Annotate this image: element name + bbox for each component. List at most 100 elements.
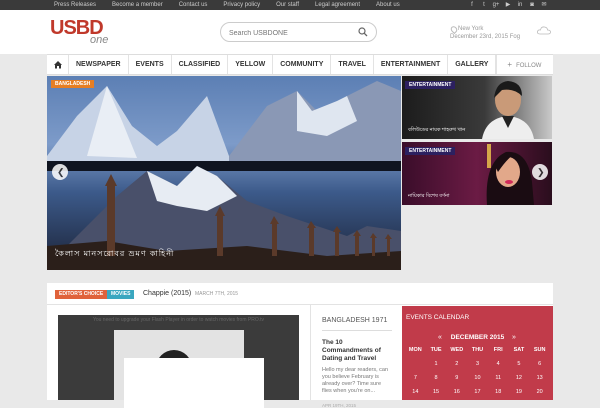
featured-slider[interactable]: BANGLADESH <box>47 76 401 270</box>
chevron-right-icon: ❯ <box>537 167 545 177</box>
side-card-2-caption[interactable]: নায়িকার বিশেষ বর্ণনা <box>408 193 449 201</box>
calendar-day <box>405 360 426 369</box>
site-header: USBD one New York December 23rd, 2015 Fo… <box>0 10 600 54</box>
content-title[interactable]: Chappie (2015) <box>143 290 191 297</box>
cloud-icon <box>537 26 551 35</box>
editors-choice-button[interactable]: EDITOR'S CHOICE <box>55 290 108 299</box>
side-card-1[interactable]: ENTERTAINMENT বলিউডের নায়ক শাহরুখ খান <box>402 76 552 139</box>
nav-item-travel[interactable]: TRAVEL <box>331 55 374 74</box>
slider-prev-button[interactable]: ❮ <box>52 164 68 180</box>
search-input[interactable] <box>229 27 349 39</box>
top-link-become-member[interactable]: Become a member <box>112 0 163 10</box>
widget-heading: BANGLADESH 1971 <box>322 317 388 324</box>
calendar-day[interactable]: 9 <box>446 374 467 383</box>
calendar-day[interactable]: 15 <box>426 388 447 397</box>
calendar-grid: MON TUE WED THU FRI SAT SUN 1 2 3 4 5 6 … <box>405 346 550 397</box>
side-card-1-caption[interactable]: বলিউডের নায়ক শাহরুখ খান <box>408 127 465 135</box>
content-date: MARCH 7TH, 2015 <box>195 291 239 297</box>
google-plus-icon[interactable]: g+ <box>490 0 502 10</box>
search-box <box>220 22 377 42</box>
events-calendar: EVENTS CALENDAR « DECEMBER 2015 » MON TU… <box>402 306 553 400</box>
slider-next-button[interactable]: ❯ <box>532 164 548 180</box>
day-name: THU <box>471 347 484 353</box>
side-card-2[interactable]: ENTERTAINMENT নায়িকার বিশেষ বর্ণনা <box>402 142 552 205</box>
nav-item-community[interactable]: COMMUNITY <box>273 55 332 74</box>
flash-message: You need to upgrade your Flash Player in… <box>92 317 264 323</box>
calendar-day[interactable]: 8 <box>426 374 447 383</box>
nav-item-entertainment[interactable]: ENTERTAINMENT <box>374 55 449 74</box>
top-link-our-staff[interactable]: Our staff <box>276 0 299 10</box>
logo-sub: one <box>90 34 109 46</box>
home-icon <box>54 61 62 69</box>
calendar-day[interactable]: 3 <box>467 360 488 369</box>
top-link-about-us[interactable]: About us <box>376 0 400 10</box>
top-link-privacy-policy[interactable]: Privacy policy <box>223 0 260 10</box>
day-name: TUE <box>430 347 442 353</box>
nav-item-gallery[interactable]: GALLERY <box>448 55 497 74</box>
plus-icon: + <box>507 60 513 69</box>
slide-caption[interactable]: কৈলাস মানসরোবর ভ্রমণ কাহিনী <box>55 248 174 261</box>
calendar-day[interactable]: 19 <box>509 388 530 397</box>
nav-item-classified[interactable]: CLASSIFIED <box>172 55 229 74</box>
movies-button[interactable]: MOVIES <box>107 290 135 299</box>
social-icons: f t g+ ▶ in ◙ ✉ <box>466 0 550 10</box>
calendar-day[interactable]: 1 <box>426 360 447 369</box>
calendar-day[interactable]: 13 <box>529 374 550 383</box>
calendar-day[interactable]: 20 <box>529 388 550 397</box>
site-logo[interactable]: USBD one <box>50 18 122 48</box>
article-date: APR 19TH, 2015 <box>322 403 357 408</box>
search-icon[interactable] <box>358 27 368 37</box>
chevron-left-icon: ❮ <box>57 167 65 177</box>
side-card-1-tag[interactable]: ENTERTAINMENT <box>405 81 456 89</box>
calendar-day[interactable]: 4 <box>488 360 509 369</box>
weather-widget: New York December 23rd, 2015 Fog <box>450 25 520 41</box>
divider <box>322 330 392 331</box>
location-text: New York <box>450 25 520 33</box>
calendar-day[interactable]: 16 <box>446 388 467 397</box>
calendar-next-button[interactable]: » <box>512 334 516 341</box>
twitter-icon[interactable]: t <box>478 0 490 10</box>
top-link-press-releases[interactable]: Press Releases <box>54 0 96 10</box>
nav-home[interactable] <box>47 55 69 74</box>
calendar-day[interactable]: 2 <box>446 360 467 369</box>
nav-item-yellow-page[interactable]: YELLOW PAGE <box>228 55 274 87</box>
follow-label: FOLLOW <box>516 63 542 69</box>
linkedin-icon[interactable]: in <box>514 0 526 10</box>
calendar-day[interactable]: 14 <box>405 388 426 397</box>
date-weather-text: December 23rd, 2015 Fog <box>450 34 521 40</box>
facebook-icon[interactable]: f <box>466 0 478 10</box>
calendar-day[interactable]: 7 <box>405 374 426 383</box>
calendar-day[interactable]: 12 <box>509 374 530 383</box>
main-nav: NEWSPAPER EVENTS CLASSIFIED YELLOW PAGE … <box>47 54 553 87</box>
day-name: SAT <box>513 347 525 353</box>
day-name: SUN <box>533 347 546 353</box>
instagram-icon[interactable]: ◙ <box>526 0 538 10</box>
day-name: FRI <box>493 347 503 353</box>
top-links: Press Releases Become a member Contact u… <box>54 0 416 10</box>
video-player[interactable]: You need to upgrade your Flash Player in… <box>58 315 299 408</box>
calendar-day[interactable]: 10 <box>467 374 488 383</box>
article-title[interactable]: The 10 Commandments of Dating and Travel <box>322 339 392 363</box>
slide-category-tag[interactable]: BANGLADESH <box>51 80 95 88</box>
calendar-day[interactable]: 17 <box>467 388 488 397</box>
video-overlay <box>124 358 264 408</box>
calendar-day[interactable]: 6 <box>529 360 550 369</box>
top-link-legal-agreement[interactable]: Legal agreement <box>315 0 360 10</box>
top-link-contact-us[interactable]: Contact us <box>179 0 208 10</box>
calendar-day[interactable]: 5 <box>509 360 530 369</box>
nav-item-newspaper[interactable]: NEWSPAPER <box>69 55 129 74</box>
calendar-month: DECEMBER 2015 <box>450 334 505 341</box>
bangladesh-widget: BANGLADESH 1971 The 10 Commandments of D… <box>322 316 392 408</box>
youtube-icon[interactable]: ▶ <box>502 0 514 10</box>
video-placeholder <box>114 330 264 408</box>
follow-button[interactable]: + FOLLOW <box>496 55 563 74</box>
side-card-2-tag[interactable]: ENTERTAINMENT <box>405 147 456 155</box>
column-divider <box>310 305 311 400</box>
calendar-day[interactable]: 18 <box>488 388 509 397</box>
email-icon[interactable]: ✉ <box>538 0 550 10</box>
mountain-image <box>47 81 401 270</box>
nav-item-events[interactable]: EVENTS <box>129 55 172 74</box>
day-name: WED <box>450 347 464 353</box>
calendar-day[interactable]: 11 <box>488 374 509 383</box>
day-name: MON <box>408 347 422 353</box>
